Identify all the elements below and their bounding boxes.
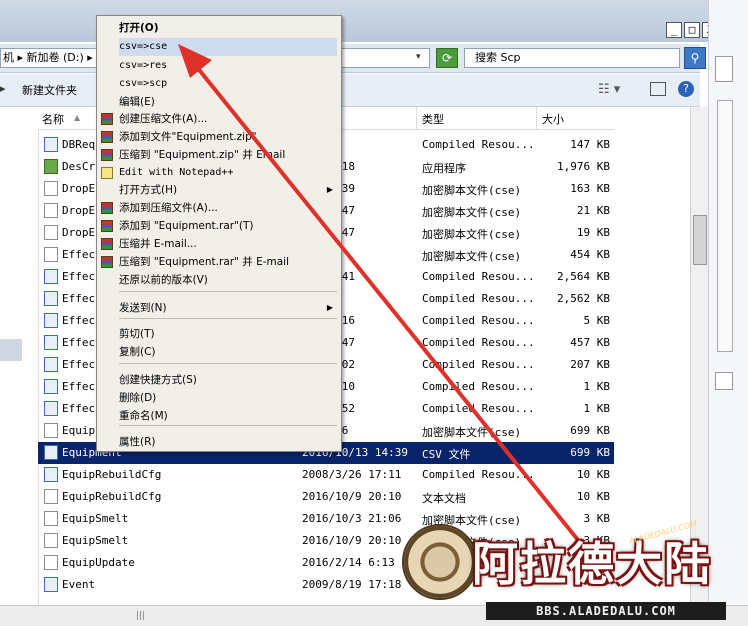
emblem-icon [402, 524, 478, 600]
watermark-title: 阿拉德大陆 [472, 537, 712, 591]
site-watermark: 阿拉德大陆 ALADEDALU.COM BBS.ALADEDALU.COM [402, 519, 748, 625]
arrow-shaft [194, 64, 588, 552]
watermark-url: BBS.ALADEDALU.COM [486, 602, 726, 620]
arrow-head [178, 44, 212, 78]
